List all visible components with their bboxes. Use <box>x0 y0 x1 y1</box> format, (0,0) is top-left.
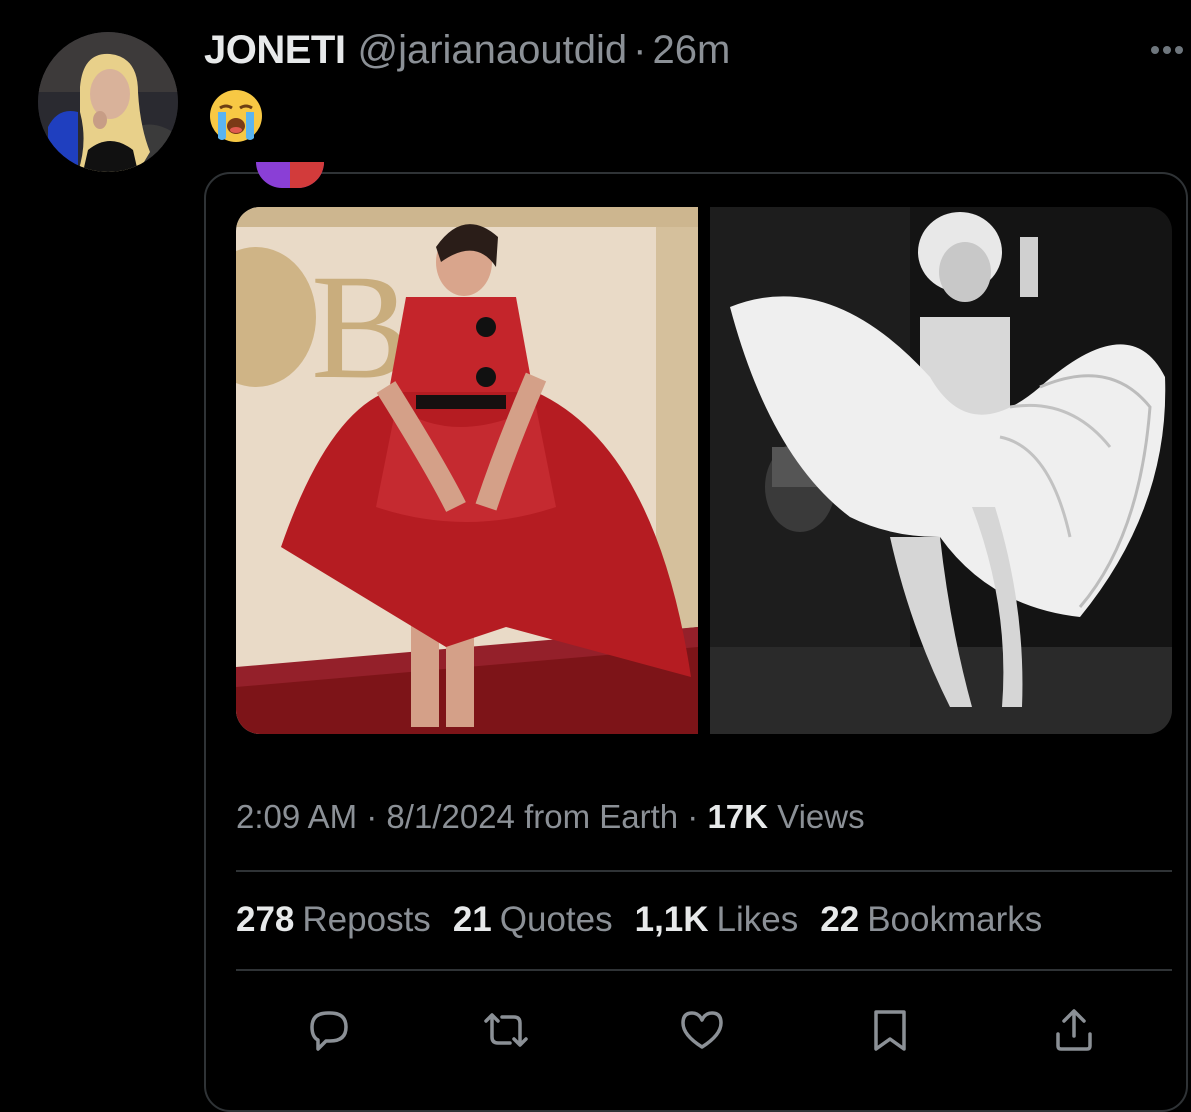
white-dress-photo[interactable] <box>710 207 1172 734</box>
engagement-stats: 278 Reposts 21 Quotes 1,1K Likes 22 Bookmark… <box>236 900 1042 940</box>
divider <box>236 969 1172 971</box>
reply-icon <box>310 1011 348 1051</box>
action-bar <box>236 1005 1172 1055</box>
share-icon <box>1056 1009 1092 1051</box>
post-date[interactable]: 8/1/2024 <box>386 798 514 835</box>
stat-likes[interactable]: 1,1K Likes <box>635 900 799 940</box>
bookmark-button[interactable] <box>864 1005 916 1055</box>
stat-bookmarks[interactable]: 22 Bookmarks <box>820 900 1042 940</box>
repost-button[interactable] <box>480 1005 532 1055</box>
separator-dot: · <box>633 28 647 72</box>
views-label: Views <box>777 798 865 835</box>
separator-dot: · <box>687 798 699 835</box>
separator-dot: · <box>366 798 378 835</box>
divider <box>236 870 1172 872</box>
post-text <box>208 88 264 144</box>
post-source: from Earth <box>524 798 679 835</box>
like-icon <box>681 1011 723 1049</box>
avatar-photo <box>38 32 178 172</box>
more-horizontal-icon[interactable] <box>1150 26 1184 65</box>
reply-button[interactable] <box>302 1005 354 1055</box>
views-count: 17K <box>707 798 768 835</box>
post-meta: 2:09 AM · 8/1/2024 from Earth · 17K View… <box>236 798 865 836</box>
bookmark-icon <box>874 1010 906 1051</box>
post-time[interactable]: 2:09 AM <box>236 798 357 835</box>
post-header: JONETI @jarianaoutdid · 26m <box>204 28 730 78</box>
share-button[interactable] <box>1048 1005 1100 1055</box>
loudly-crying-face-icon <box>210 90 262 142</box>
author-handle[interactable]: @jarianaoutdid <box>357 28 627 73</box>
author-display-name[interactable]: JONETI <box>204 28 346 73</box>
post-age[interactable]: 26m <box>652 28 730 73</box>
stat-reposts[interactable]: 278 Reposts <box>236 900 431 940</box>
repost-icon <box>484 1013 528 1047</box>
author-avatar[interactable] <box>38 32 178 172</box>
stat-quotes[interactable]: 21 Quotes <box>453 900 613 940</box>
like-button[interactable] <box>676 1005 728 1055</box>
red-dress-photo[interactable]: B <box>236 207 698 734</box>
